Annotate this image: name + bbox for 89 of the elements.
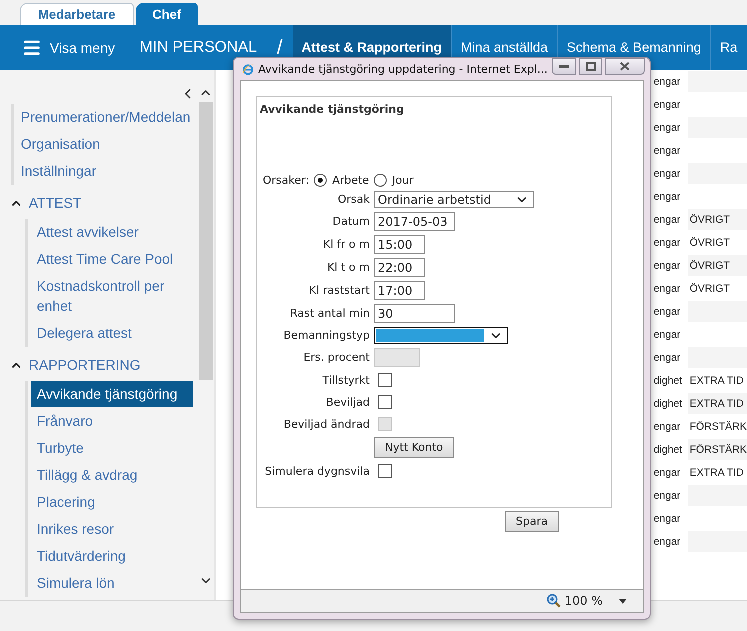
sidebar-item[interactable]: Tidutvärdering bbox=[31, 543, 193, 569]
table-cell-text: dighet bbox=[652, 374, 684, 388]
sidebar-item[interactable]: Simulera lön bbox=[31, 570, 193, 596]
browser-logo-icon bbox=[242, 62, 255, 76]
field-label: Simulera dygnsvila bbox=[264, 464, 370, 478]
table-cell-text: engar bbox=[652, 420, 682, 434]
sidebar-item[interactable]: Delegera attest bbox=[31, 320, 193, 346]
reasons-label: Orsaker: bbox=[263, 174, 310, 187]
table-cell-text: engar bbox=[652, 190, 682, 204]
new-account-button[interactable]: Nytt Konto bbox=[374, 437, 454, 458]
sidebar-group[interactable]: RAPPORTERING bbox=[0, 347, 198, 381]
radio-button[interactable] bbox=[314, 174, 328, 187]
radio-button[interactable] bbox=[374, 174, 388, 187]
table-cell-text: engar bbox=[652, 304, 682, 320]
sidebar-item[interactable]: Attest Time Care Pool bbox=[31, 246, 193, 272]
zoom-icon[interactable] bbox=[546, 594, 561, 608]
table-cell-text: engar bbox=[652, 534, 682, 550]
field-label: Kl t o m bbox=[326, 261, 370, 274]
field-label: Kl raststart bbox=[308, 284, 370, 297]
table-cell-text: engar bbox=[652, 98, 682, 112]
table-cell-text: engar bbox=[652, 466, 682, 480]
field-label: Beviljad ändrad bbox=[282, 418, 370, 430]
sidebar-item[interactable]: Turbyte bbox=[31, 435, 193, 461]
checkbox[interactable] bbox=[378, 395, 392, 409]
panel-title: Avvikande tjänstgöring bbox=[260, 103, 406, 116]
sidebar-item[interactable]: Frånvaro bbox=[31, 408, 193, 434]
table-cell-text: engar bbox=[652, 120, 682, 136]
field-label: Datum bbox=[332, 215, 370, 228]
close-icon bbox=[620, 62, 630, 71]
input-field[interactable]: 17:00 bbox=[374, 281, 425, 300]
checkbox[interactable] bbox=[378, 373, 392, 387]
table-cell: EXTRA TID bbox=[688, 393, 747, 414]
table-cell-text: FÖRSTÄRK bbox=[688, 420, 747, 434]
table-cell-text: ÖVRIGT bbox=[688, 282, 732, 296]
table-cell-text: engar bbox=[652, 328, 682, 342]
show-menu-button[interactable]: Visa meny bbox=[0, 25, 118, 70]
top-tab[interactable]: Medarbetare bbox=[20, 3, 134, 25]
table-cell: ÖVRIGT bbox=[688, 209, 747, 230]
sidebar-item[interactable]: Tillägg & avdrag bbox=[31, 462, 193, 488]
radio-label: Arbete bbox=[332, 174, 370, 187]
field-label: Bemanningstyp bbox=[282, 329, 370, 342]
dropdown-field[interactable]: Ordinarie arbetstid bbox=[374, 191, 534, 208]
table-cell-text: engar bbox=[652, 282, 682, 296]
save-button[interactable]: Spara bbox=[505, 511, 559, 532]
table-cell: ÖVRIGT bbox=[688, 255, 747, 276]
dropdown-field[interactable] bbox=[374, 327, 508, 344]
breadcrumb-separator: / bbox=[276, 38, 284, 56]
sidebar-item[interactable]: Placering bbox=[31, 489, 193, 515]
sidebar-group[interactable]: ATTEST bbox=[0, 185, 198, 219]
radio-label: Jour bbox=[392, 174, 414, 187]
field-label: Tillstyrkt bbox=[322, 374, 370, 386]
scrollbar-thumb[interactable] bbox=[198, 102, 213, 380]
table-cell-text: engar bbox=[652, 488, 682, 504]
field-label: Rast antal min bbox=[289, 307, 370, 320]
input-field[interactable]: 15:00 bbox=[374, 235, 425, 254]
minimize-icon bbox=[558, 64, 569, 68]
maximize-icon bbox=[586, 62, 596, 71]
table-cell-text: engar bbox=[652, 350, 682, 366]
close-button[interactable] bbox=[605, 58, 645, 75]
table-cell-text: dighet bbox=[652, 442, 684, 458]
table-cell-text: EXTRA TID bbox=[688, 374, 745, 388]
table-cell-text: engar bbox=[652, 212, 682, 228]
sidebar-item[interactable]: Inrikes resor bbox=[31, 516, 193, 542]
table-cell-text: engar bbox=[652, 166, 682, 182]
table-cell-text: engar bbox=[652, 512, 682, 526]
table-cell-text: ÖVRIGT bbox=[688, 236, 732, 250]
sidebar-item[interactable]: Attest avvikelser bbox=[31, 219, 193, 245]
minimize-button[interactable] bbox=[552, 58, 576, 75]
zoom-level[interactable]: 100 % bbox=[564, 594, 603, 608]
maximize-button[interactable] bbox=[578, 58, 602, 75]
top-tab[interactable]: Chef bbox=[136, 3, 198, 25]
table-cell-text: engar bbox=[652, 236, 682, 250]
checkbox[interactable] bbox=[378, 464, 392, 478]
input-field[interactable]: 22:00 bbox=[374, 258, 425, 277]
table-cell-text: dighet bbox=[652, 396, 684, 412]
table-cell: FÖRSTÄRK bbox=[688, 439, 747, 460]
section-title: MIN PERSONAL bbox=[140, 38, 258, 56]
table-cell-text: EXTRA TID bbox=[688, 466, 745, 480]
table-cell-text: engar bbox=[652, 144, 682, 158]
field-label: Beviljad bbox=[325, 396, 370, 408]
table-cell-text: engar bbox=[652, 258, 682, 274]
sidebar-item[interactable]: Kostnadskontroll per enhet bbox=[31, 273, 193, 319]
input-field[interactable]: 2017-05-03 bbox=[374, 212, 455, 231]
field-label: Kl fr o m bbox=[322, 238, 370, 251]
field-label: Orsak bbox=[336, 193, 370, 206]
sidebar-item[interactable]: Avvikande tjänstgöring bbox=[31, 381, 193, 407]
input-field[interactable]: 30 bbox=[374, 304, 455, 323]
field-label: Ers. procent bbox=[302, 351, 370, 364]
table-cell-text: engar bbox=[652, 74, 682, 90]
